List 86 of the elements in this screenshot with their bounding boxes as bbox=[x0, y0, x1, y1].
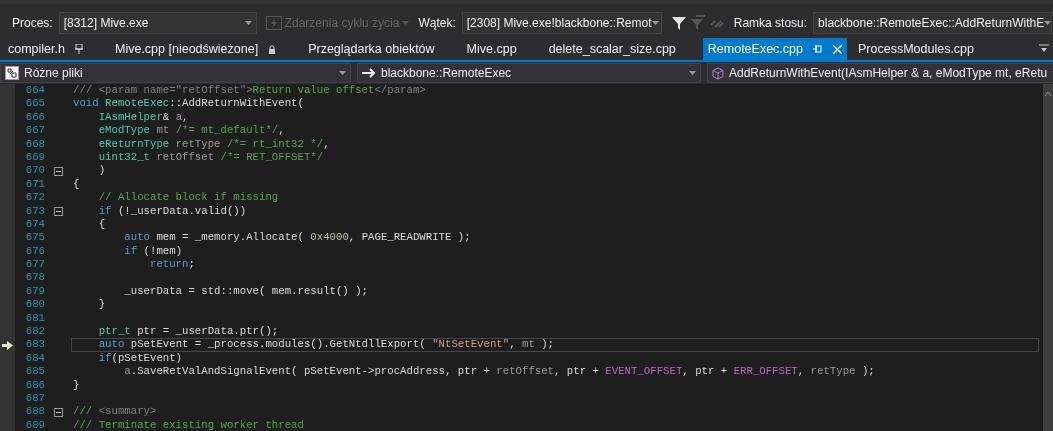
line-number: 678 bbox=[24, 271, 45, 285]
code-line: if (!mem) bbox=[123, 244, 183, 259]
code-line: /// <param name="retOffset">Return value offset</param> bbox=[73, 84, 426, 98]
file-tab[interactable]: Mive.cpp [nieodświeżone] bbox=[110, 38, 282, 60]
code-line: auto pSetEvent = _process.modules().GetNtdllExport( "NtSetEvent", mt ); bbox=[97, 338, 555, 352]
process-label: Proces: bbox=[12, 15, 53, 32]
code-line: auto mem = _memory.Allocate( 0x4000, PAGE_READWRITE ); bbox=[123, 231, 471, 245]
scrollbar[interactable] bbox=[1043, 84, 1053, 431]
line-number: 673 bbox=[24, 204, 45, 218]
code-line: // Allocate block if missing bbox=[97, 191, 279, 205]
code-line: if (!_userData.valid()) bbox=[97, 204, 247, 218]
line-number: 686 bbox=[24, 378, 45, 392]
line-number: 682 bbox=[24, 325, 45, 339]
close-icon[interactable] bbox=[833, 44, 842, 54]
caret-icon bbox=[1044, 21, 1052, 25]
code-line: } bbox=[97, 298, 106, 312]
line-number: 672 bbox=[24, 191, 45, 205]
lock-icon bbox=[268, 44, 277, 54]
line-number: 683 bbox=[24, 338, 45, 352]
line-number: 674 bbox=[24, 217, 45, 232]
code-line: void RemoteExec::AddReturnWithEvent( bbox=[73, 97, 304, 111]
overflow-icon[interactable] bbox=[1039, 44, 1049, 54]
line-number: 676 bbox=[24, 244, 45, 259]
pin-icon[interactable] bbox=[75, 44, 83, 54]
stack-frame-dropdown[interactable]: blackbone::RemoteExec::AddReturnWithE bbox=[813, 12, 1053, 34]
scope-dropdown[interactable]: blackbone::RemoteExec bbox=[357, 63, 701, 83]
thread-dropdown[interactable]: [2308] Mive.exe!blackbone::Remot bbox=[461, 12, 662, 34]
arrow-icon bbox=[362, 68, 376, 78]
code-line: return; bbox=[148, 258, 195, 272]
cube-icon bbox=[712, 66, 724, 80]
line-number: 669 bbox=[24, 150, 45, 165]
line-number: 667 bbox=[24, 124, 45, 138]
lifecycle-events-label: Zdarzenia cyklu życia bbox=[284, 15, 400, 32]
pin-icon[interactable] bbox=[813, 45, 823, 53]
line-number: 666 bbox=[24, 110, 45, 125]
line-number: 675 bbox=[24, 231, 45, 245]
caret-icon bbox=[339, 71, 346, 75]
code-line: eModType mt /*= mt_default*/, bbox=[97, 124, 285, 138]
file-tab[interactable]: delete_scalar_size.cpp bbox=[543, 38, 681, 60]
line-number: 680 bbox=[24, 298, 45, 312]
stack-frame-label: Ramka stosu: bbox=[733, 15, 808, 32]
code-line: { bbox=[97, 217, 106, 232]
line-number: 664 bbox=[24, 84, 45, 98]
project-icon bbox=[5, 66, 19, 80]
code-line: /// <summary> bbox=[73, 405, 157, 419]
code-line: _userData = std::move( mem.result() ); bbox=[123, 284, 369, 299]
caret-icon bbox=[689, 71, 696, 75]
file-tab[interactable]: compiler.h bbox=[3, 38, 88, 60]
line-number: 671 bbox=[24, 177, 45, 192]
process-dropdown[interactable]: [8312] Mive.exe bbox=[58, 12, 257, 34]
lightning-icon bbox=[265, 16, 282, 30]
collapse-icon[interactable] bbox=[53, 166, 63, 176]
project-dropdown[interactable]: Różne pliki bbox=[0, 63, 351, 83]
line-number: 677 bbox=[24, 258, 45, 272]
caret-icon bbox=[651, 21, 659, 25]
code-line: ptr_t ptr = _userData.ptr(); bbox=[97, 325, 279, 339]
collapse-icon[interactable] bbox=[53, 407, 63, 417]
filter-icon[interactable] bbox=[670, 15, 687, 31]
line-number: 689 bbox=[24, 418, 45, 431]
line-number: 665 bbox=[24, 97, 45, 111]
code-line: ) bbox=[97, 164, 106, 178]
line-number: 685 bbox=[24, 365, 45, 379]
member-dropdown[interactable]: AddReturnWithEvent(IAsmHelper & a, eModType mt, eRetu bbox=[707, 63, 1053, 83]
code-line: IAsmHelper& a, bbox=[97, 110, 189, 125]
thread-label: Wątek: bbox=[418, 15, 456, 32]
code-line: uint32_t retOffset /*= RET_OFFSET*/ bbox=[97, 150, 324, 165]
line-number: 681 bbox=[24, 311, 45, 326]
line-number: 688 bbox=[24, 405, 45, 419]
caret-icon bbox=[244, 21, 252, 25]
file-tab[interactable]: RemoteExec.cpp bbox=[702, 38, 847, 60]
code-line: } bbox=[73, 378, 80, 392]
code-line: eReturnType retType /*= rt_int32 */, bbox=[97, 137, 330, 151]
code-line: a.SaveRetValAndSignalEvent( pSetEvent->procAddress, ptr + retOffset, ptr + EVENT_OFFSET, ptr + ERR_OFFSET, retType ); bbox=[123, 365, 875, 379]
code-line: if(pSetEvent) bbox=[97, 351, 183, 366]
code-line: /// Terminate existing worker thread bbox=[73, 418, 304, 431]
line-number: 687 bbox=[24, 392, 45, 406]
collapse-icon[interactable] bbox=[53, 206, 63, 216]
line-number: 684 bbox=[24, 351, 45, 366]
code-line: { bbox=[73, 177, 80, 192]
line-number: 668 bbox=[24, 137, 45, 151]
line-number: 670 bbox=[24, 164, 45, 178]
caret-icon bbox=[402, 21, 410, 25]
file-tab[interactable]: ProcessModules.cpp bbox=[853, 38, 979, 60]
file-tab[interactable]: Mive.cpp bbox=[461, 38, 522, 60]
file-tab[interactable]: Przeglądarka obiektów bbox=[303, 38, 440, 60]
line-number: 679 bbox=[24, 284, 45, 299]
